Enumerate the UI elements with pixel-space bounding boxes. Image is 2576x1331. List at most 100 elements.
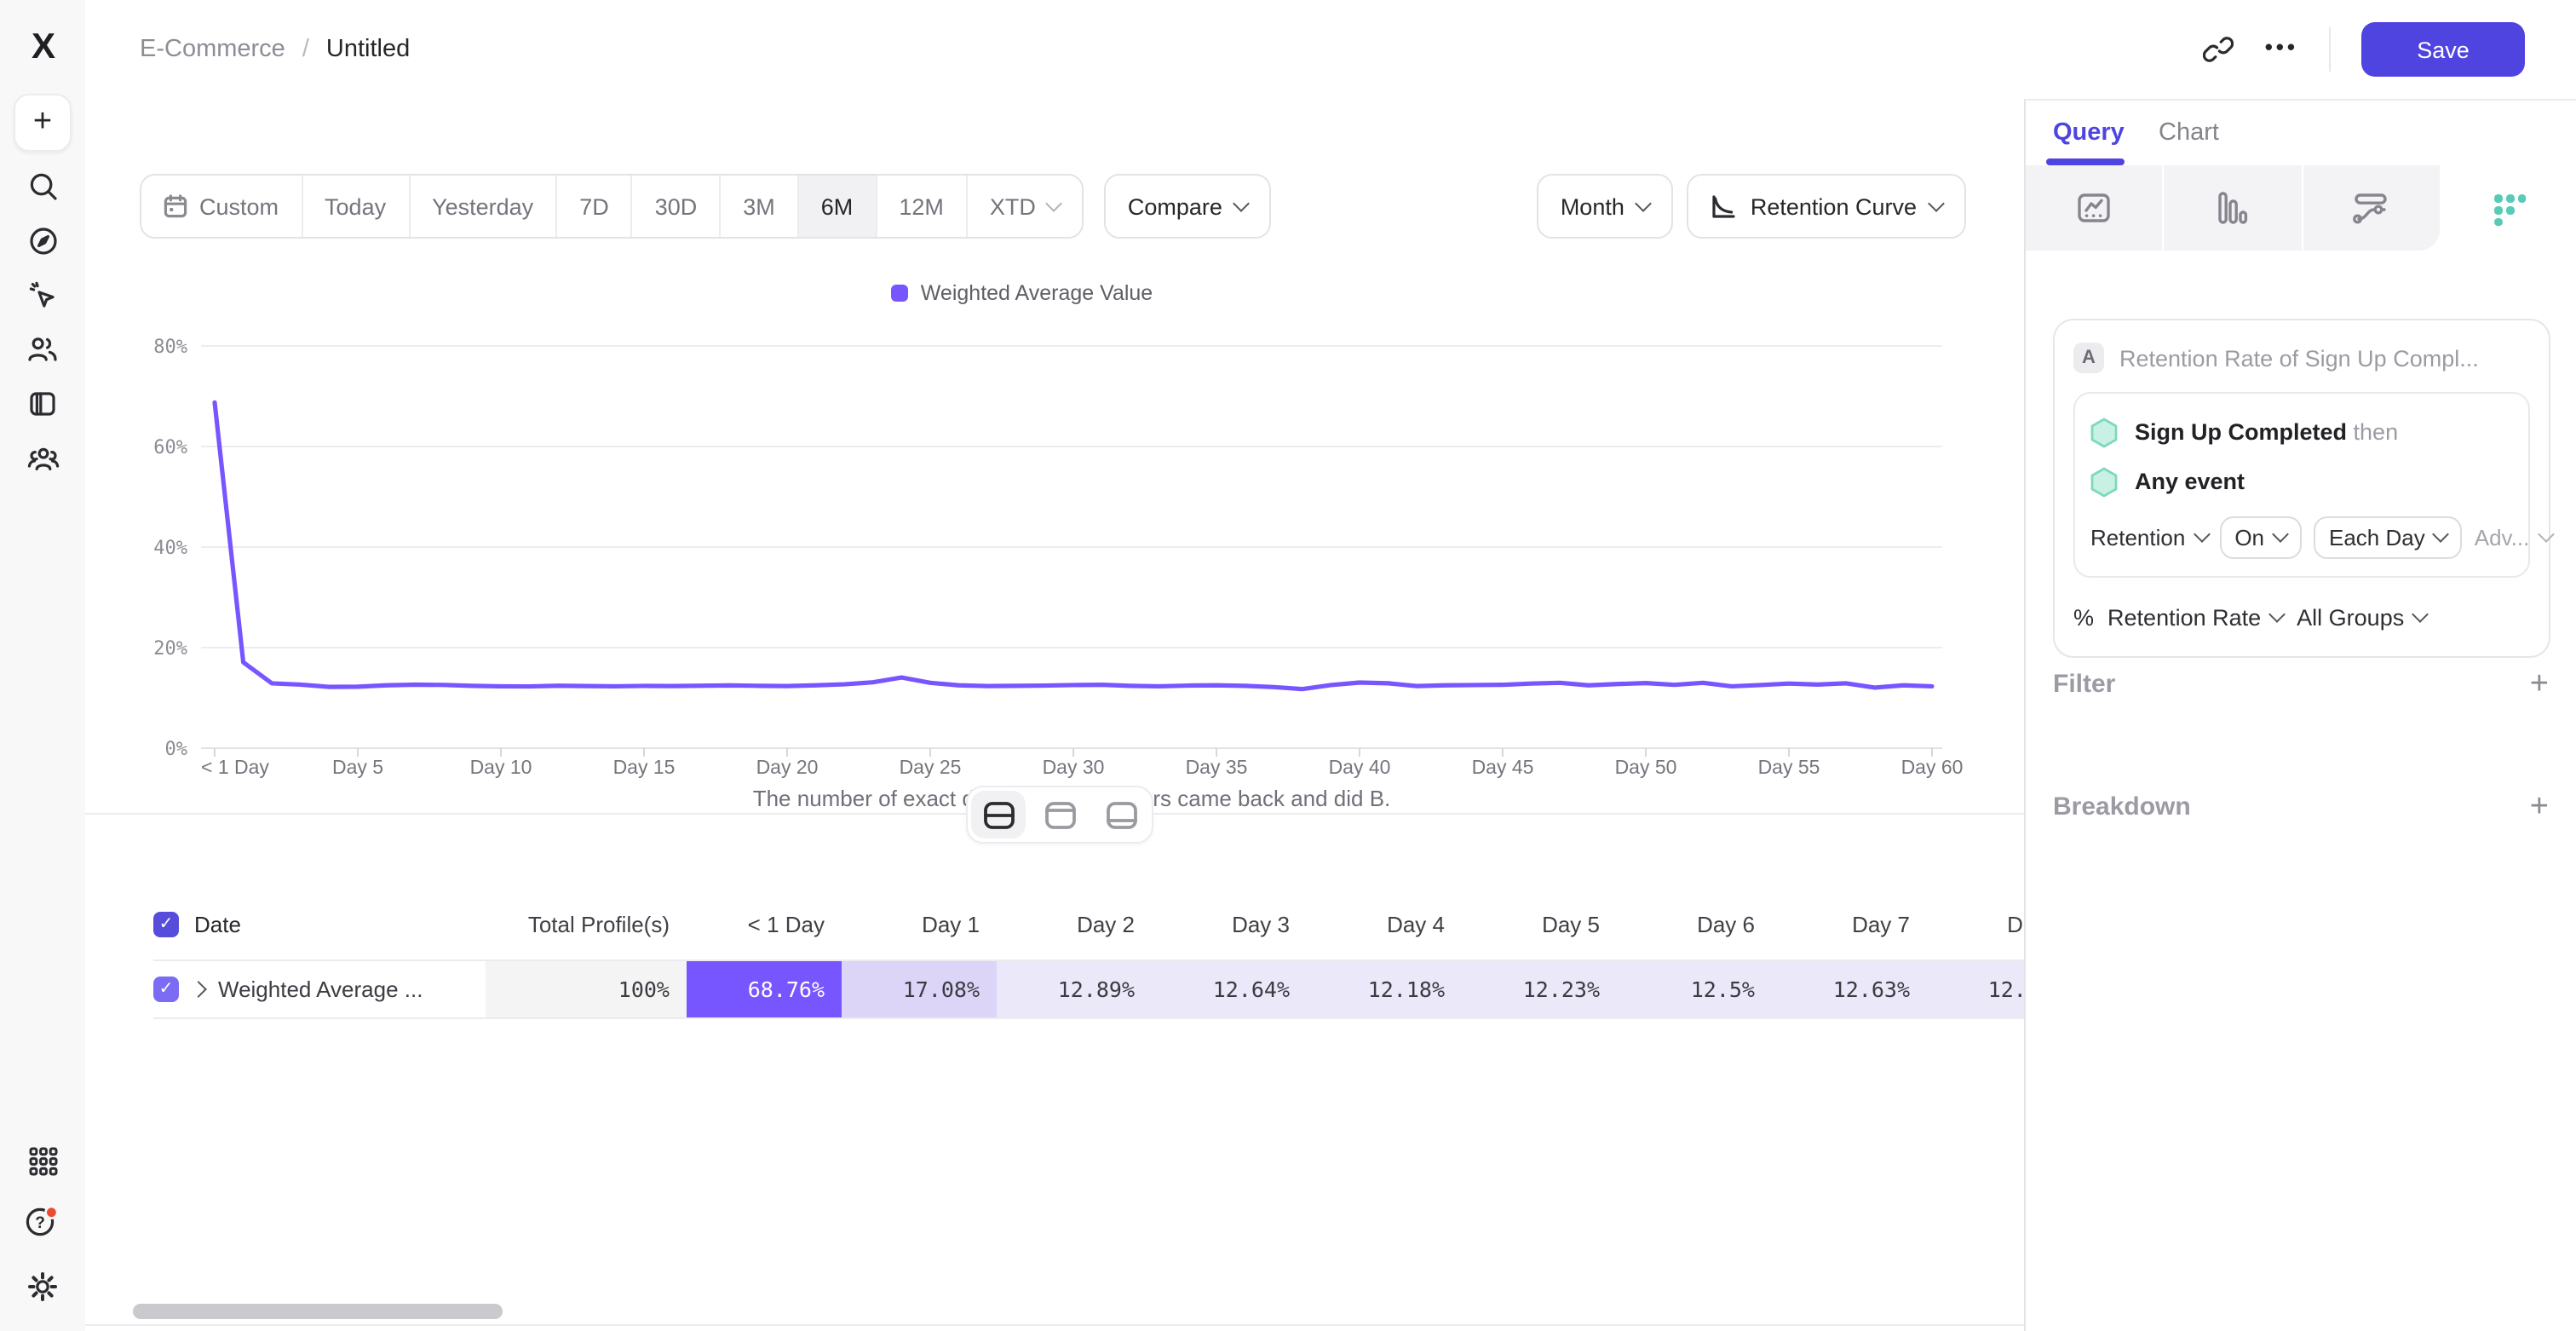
view-toggle-group: [966, 786, 1153, 844]
breadcrumb-page-title[interactable]: Untitled: [326, 36, 410, 63]
retention-on-dropdown[interactable]: On: [2219, 516, 2302, 558]
range-button-yesterday[interactable]: Yesterday: [410, 176, 557, 237]
report-insights-button[interactable]: [2026, 165, 2165, 251]
users-icon[interactable]: [0, 327, 85, 372]
groups-dropdown[interactable]: All Groups: [2297, 604, 2426, 630]
add-filter-button[interactable]: +: [2530, 667, 2549, 700]
tab-query[interactable]: Query: [2053, 101, 2125, 165]
column-header-day-8[interactable]: Day 8: [1927, 911, 2024, 936]
range-button-30d[interactable]: 30D: [633, 176, 722, 237]
legend-swatch: [892, 285, 909, 302]
y-tick-label: 60%: [153, 437, 187, 458]
series-title[interactable]: Retention Rate of Sign Up Compl...: [2119, 345, 2479, 371]
more-options-icon[interactable]: •••: [2265, 33, 2298, 59]
compare-button[interactable]: Compare: [1104, 174, 1272, 239]
view-chart-only-button[interactable]: [1032, 791, 1087, 838]
value-cell-day-4[interactable]: 12.18%: [1307, 961, 1462, 1017]
breadcrumb-workspace[interactable]: E-Commerce: [140, 36, 285, 63]
row-checkbox[interactable]: ✓: [153, 977, 179, 1002]
column-header--1-day[interactable]: < 1 Day: [687, 911, 842, 936]
column-header-day-2[interactable]: Day 2: [997, 911, 1152, 936]
column-header-day-7[interactable]: Day 7: [1772, 911, 1927, 936]
retention-line-series[interactable]: [215, 402, 1932, 689]
flows-icon: [2351, 189, 2390, 227]
apps-grid-icon[interactable]: [0, 1138, 85, 1183]
value-cell--1-day[interactable]: 68.76%: [687, 961, 842, 1017]
search-icon[interactable]: [0, 164, 85, 208]
report-retention-button[interactable]: [2440, 165, 2576, 251]
column-header-total-profile-s-[interactable]: Total Profile(s): [486, 911, 687, 936]
report-funnels-button[interactable]: [2165, 165, 2303, 251]
report-flows-button[interactable]: [2303, 165, 2440, 251]
event-step-a[interactable]: Sign Up Completed then: [2090, 407, 2513, 457]
value-cell-day-1[interactable]: 17.08%: [842, 961, 997, 1017]
explore-compass-icon[interactable]: [0, 218, 85, 262]
retention-interval-dropdown[interactable]: Each Day: [2314, 516, 2463, 558]
insights-icon: [2075, 189, 2113, 227]
metric-dropdown[interactable]: Retention Rate: [2107, 604, 2283, 630]
plus-icon: +: [14, 94, 72, 152]
value-cell-day-7[interactable]: 12.63%: [1772, 961, 1927, 1017]
y-tick-label: 20%: [153, 638, 187, 660]
table-header-row: ✓DateTotal Profile(s)< 1 DayDay 1Day 2Da…: [153, 898, 2024, 949]
column-header-date[interactable]: ✓Date: [153, 911, 486, 936]
row-label-cell[interactable]: ✓Weighted Average ...: [153, 961, 486, 1017]
column-header-day-5[interactable]: Day 5: [1462, 911, 1617, 936]
value-cell-day-3[interactable]: 12.64%: [1152, 961, 1307, 1017]
y-tick-label: 40%: [153, 538, 187, 559]
event-step-b[interactable]: Any event: [2090, 457, 2513, 506]
x-tick-label: < 1 Day: [201, 756, 269, 778]
range-button-7d[interactable]: 7D: [557, 176, 633, 237]
horizontal-scrollbar[interactable]: [133, 1304, 503, 1319]
value-cell-total-profile-s-[interactable]: 100%: [486, 961, 687, 1017]
advanced-dropdown[interactable]: Adv...: [2475, 524, 2552, 550]
help-icon[interactable]: ?: [0, 1200, 85, 1244]
boards-icon[interactable]: [0, 382, 85, 426]
create-new-button[interactable]: +: [0, 95, 85, 150]
event-steps-card: Sign Up Completed then Any event Retenti…: [2073, 392, 2530, 578]
add-breakdown-button[interactable]: +: [2530, 790, 2549, 822]
chart-type-dropdown[interactable]: Retention Curve: [1688, 174, 1966, 239]
range-button-xtd[interactable]: XTD: [968, 176, 1082, 237]
events-cursor-icon[interactable]: [0, 273, 85, 317]
column-header-day-6[interactable]: Day 6: [1617, 911, 1772, 936]
x-tick-label: Day 60: [1901, 756, 1964, 778]
copy-link-icon[interactable]: [2204, 34, 2234, 65]
event-hexagon-icon: [2090, 466, 2118, 497]
value-cell-day-6[interactable]: 12.5%: [1617, 961, 1772, 1017]
view-split-button[interactable]: [971, 791, 1026, 838]
x-tick-label: Day 45: [1472, 756, 1534, 778]
column-header-day-4[interactable]: Day 4: [1307, 911, 1462, 936]
settings-gear-icon[interactable]: [0, 1265, 85, 1309]
x-tick-label: Day 15: [613, 756, 676, 778]
y-tick-label: 80%: [153, 337, 187, 358]
tab-chart[interactable]: Chart: [2159, 101, 2219, 165]
save-button[interactable]: Save: [2361, 22, 2525, 77]
column-header-day-3[interactable]: Day 3: [1152, 911, 1307, 936]
column-header-day-1[interactable]: Day 1: [842, 911, 997, 936]
range-button-6m[interactable]: 6M: [799, 176, 877, 237]
value-cell-day-8[interactable]: 12.57%: [1927, 961, 2024, 1017]
granularity-dropdown[interactable]: Month: [1537, 174, 1674, 239]
cohorts-icon[interactable]: [0, 436, 85, 481]
retention-line-chart: 0%20%40%60%80%< 1 DayDay 5Day 10Day 15Da…: [92, 322, 1966, 833]
breadcrumb-separator: /: [302, 36, 309, 63]
view-table-only-button[interactable]: [1094, 791, 1148, 838]
select-all-checkbox[interactable]: ✓: [153, 911, 179, 936]
range-button-custom[interactable]: Custom: [141, 176, 302, 237]
series-badge: A: [2073, 343, 2104, 373]
x-tick-label: Day 25: [900, 756, 962, 778]
chart-legend[interactable]: Weighted Average Value: [92, 281, 1952, 305]
mixpanel-logo-icon[interactable]: X: [0, 24, 85, 72]
retention-mode-dropdown[interactable]: Retention: [2090, 524, 2207, 550]
range-button-3m[interactable]: 3M: [721, 176, 799, 237]
content-bottom-border: [85, 1324, 2024, 1326]
top-bar: E-Commerce / Untitled ••• Save: [85, 0, 2576, 99]
table-row[interactable]: ✓Weighted Average ...100%68.76%17.08%12.…: [153, 959, 2024, 1019]
value-cell-day-5[interactable]: 12.23%: [1462, 961, 1617, 1017]
range-button-today[interactable]: Today: [302, 176, 410, 237]
expand-row-icon[interactable]: [190, 981, 207, 998]
range-button-12m[interactable]: 12M: [877, 176, 968, 237]
value-cell-day-2[interactable]: 12.89%: [997, 961, 1152, 1017]
x-tick-label: Day 30: [1043, 756, 1105, 778]
